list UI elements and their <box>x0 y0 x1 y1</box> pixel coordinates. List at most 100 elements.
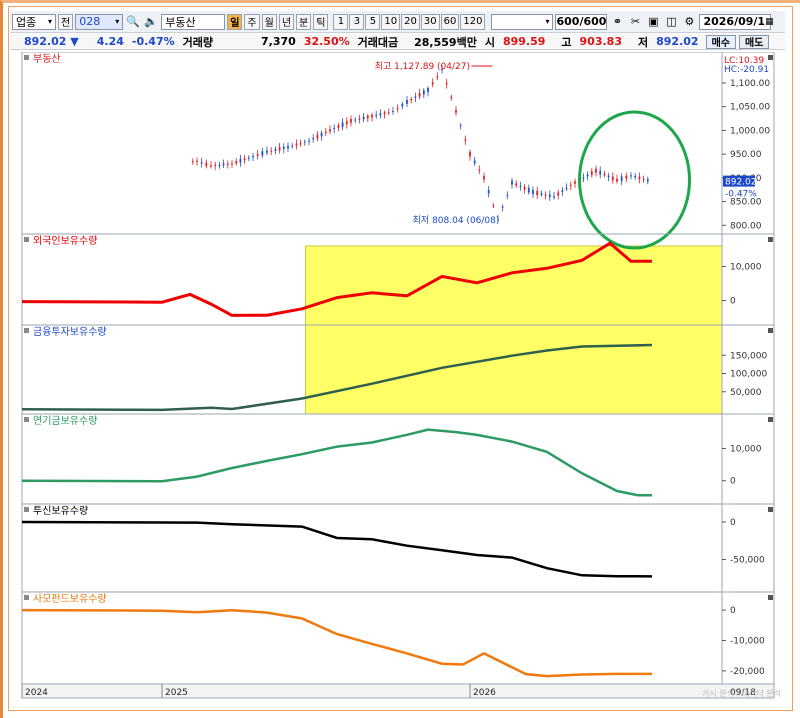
open-value: 899.59 <box>502 35 546 48</box>
interval-button[interactable]: 5 <box>365 13 381 30</box>
period-day-button[interactable]: 일 <box>227 13 243 30</box>
quote-change-pct: -0.47% <box>131 35 175 48</box>
date-input[interactable]: 2026/09/1 ▦ <box>699 13 774 30</box>
panel-handle-icon <box>24 55 29 60</box>
link-icon[interactable]: ⚭ <box>609 14 625 30</box>
panel-handle-icon <box>24 328 29 333</box>
count-field[interactable]: 600/600 <box>555 13 608 30</box>
x-tick-label: 2025 <box>165 688 188 698</box>
x-tick-label: 2024 <box>25 688 48 698</box>
market-select[interactable]: 업종 ▾ <box>12 13 56 30</box>
candle-body <box>214 164 217 167</box>
candle-body <box>243 158 246 161</box>
candle-body <box>511 180 513 185</box>
interval-button[interactable]: 60 <box>440 13 460 30</box>
date-value: 2026/09/1 <box>703 15 766 28</box>
candle-body <box>324 131 327 134</box>
candle-body <box>266 150 268 153</box>
watermark: 거시 분석 / 데이터 분석 <box>702 688 781 698</box>
candle-body <box>371 114 373 118</box>
period-tick-button[interactable]: 틱 <box>313 13 329 30</box>
save-icon[interactable]: ▣ <box>645 14 661 30</box>
panel-title: 외국인보유수량 <box>33 235 97 247</box>
interval-button[interactable]: 1 <box>333 13 349 30</box>
panel-title: 금융투자보유수량 <box>33 326 107 338</box>
candle-body <box>210 165 212 167</box>
candle-body <box>278 147 281 151</box>
candle-body <box>464 139 467 141</box>
code-input[interactable]: 028 ▾ <box>75 13 124 30</box>
interval-button[interactable]: 20 <box>401 13 420 30</box>
high-label: 고 <box>561 35 572 49</box>
panel-title: 연기금보유수량 <box>33 415 97 427</box>
candle-body <box>410 98 413 101</box>
panel-title: 투신보유수량 <box>33 505 88 517</box>
series-line <box>21 520 653 578</box>
buy-button[interactable]: 매수 <box>705 34 736 49</box>
candle-body <box>303 141 306 143</box>
period-minute-button[interactable]: 분 <box>296 13 312 30</box>
candle-body <box>312 138 315 140</box>
period-week-button[interactable]: 주 <box>244 13 260 30</box>
candle-body <box>375 114 378 116</box>
candle-body <box>418 92 421 97</box>
candle-body <box>630 175 632 177</box>
jeon-button[interactable]: 전 <box>58 13 74 30</box>
last-price-label: 892.02 <box>725 178 757 188</box>
series-line <box>21 608 652 678</box>
sell-button[interactable]: 매도 <box>738 34 770 49</box>
candle-body <box>478 169 481 171</box>
candle-body <box>308 140 310 142</box>
candle-body <box>536 190 539 196</box>
gear-icon[interactable]: ⚙ <box>681 14 697 30</box>
candle-body <box>431 82 434 85</box>
panel-handle-icon <box>24 595 29 600</box>
interval-button[interactable]: 10 <box>381 13 401 30</box>
interval-button[interactable]: 120 <box>460 13 486 30</box>
candle-body <box>196 160 198 162</box>
candle-body <box>231 163 233 165</box>
period-month-button[interactable]: 월 <box>261 13 277 30</box>
candle-body <box>354 119 357 121</box>
panel-close-icon <box>768 417 773 422</box>
interval-button[interactable]: 3 <box>349 13 365 30</box>
tick-label: 0 <box>730 477 736 487</box>
candle-body <box>247 157 250 159</box>
candle-body <box>473 160 476 164</box>
name-value: 부동산 <box>165 15 196 29</box>
candle-body <box>256 154 259 156</box>
candle-body <box>445 82 448 85</box>
panel-border <box>21 591 723 685</box>
candle-body <box>515 183 518 186</box>
chart-area[interactable]: 부동산800.00850.00900.00950.001,000.001,050… <box>10 52 786 704</box>
market-label: 업종 <box>16 15 37 29</box>
tools-icon[interactable]: ✂ <box>627 14 643 30</box>
candle-body <box>341 122 344 128</box>
price-value: 892.02 <box>24 35 67 48</box>
open-label: 시 <box>484 35 495 49</box>
tick-label: 150,000 <box>730 351 767 361</box>
candle-body <box>519 185 522 187</box>
candle-body <box>544 194 547 196</box>
speaker-icon[interactable]: 🔈 <box>143 14 159 30</box>
candle-body <box>295 143 298 146</box>
candle-body <box>487 190 490 194</box>
candle-body <box>582 177 585 179</box>
name-field[interactable]: 부동산 <box>161 13 226 30</box>
period-year-button[interactable]: 년 <box>278 13 295 30</box>
low-value: 892.02 <box>656 35 699 48</box>
amount-label: 거래대금 <box>357 35 399 49</box>
candle-body <box>642 179 645 181</box>
interval-button[interactable]: 30 <box>420 13 440 30</box>
x-tick-label: 2026 <box>473 688 496 698</box>
chart-icon[interactable]: ◫ <box>663 14 679 30</box>
candle-body <box>469 151 471 157</box>
count-value: 600/600 <box>556 15 607 28</box>
search-icon[interactable]: 🔍 <box>125 14 141 30</box>
candle-body <box>414 96 417 98</box>
tick-label: 1,100.00 <box>730 79 770 89</box>
panel-close-icon <box>768 237 773 242</box>
candle-body <box>392 110 394 112</box>
candle-body <box>646 179 649 182</box>
interval-input[interactable]: ▾ <box>491 13 554 30</box>
